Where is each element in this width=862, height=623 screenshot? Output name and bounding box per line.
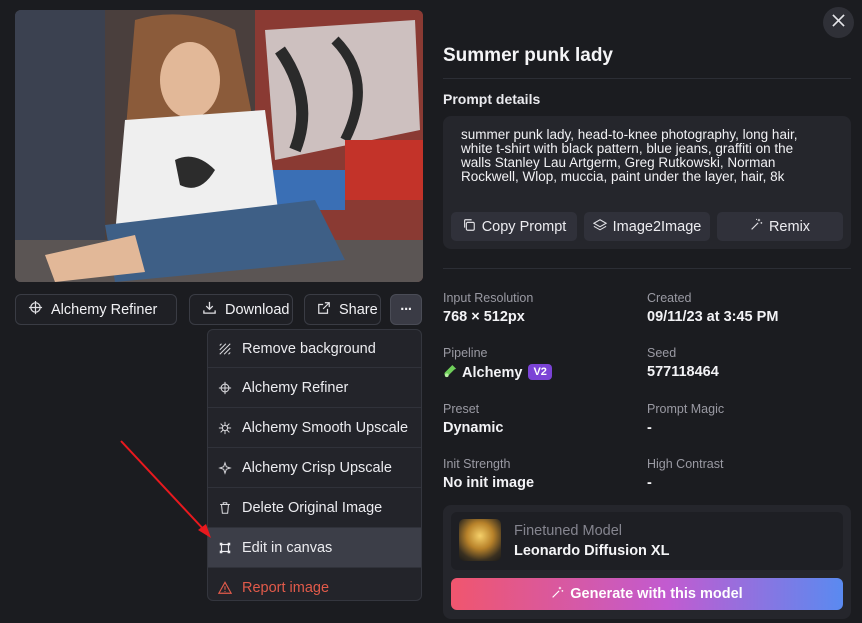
potion-icon bbox=[443, 364, 458, 383]
remix-button[interactable]: Remix bbox=[717, 212, 843, 241]
image-title: Summer punk lady bbox=[443, 45, 613, 66]
copy-icon bbox=[462, 218, 476, 236]
created-value: 09/11/23 at 3:45 PM bbox=[647, 309, 779, 325]
copy-prompt-label: Copy Prompt bbox=[481, 218, 567, 235]
high-contrast-value: - bbox=[647, 475, 652, 491]
preset-value: Dynamic bbox=[443, 420, 504, 436]
magic-wand-icon bbox=[551, 586, 564, 603]
input-resolution-label: Input Resolution bbox=[443, 291, 534, 305]
layers-icon bbox=[592, 218, 607, 236]
generate-label: Generate with this model bbox=[570, 586, 743, 602]
model-label: Finetuned Model bbox=[514, 523, 623, 539]
remix-label: Remix bbox=[768, 218, 811, 235]
created-label: Created bbox=[647, 291, 692, 305]
image2image-button[interactable]: Image2Image bbox=[584, 212, 710, 241]
seed-value: 577118464 bbox=[647, 364, 719, 380]
generate-with-model-button[interactable]: Generate with this model bbox=[451, 578, 843, 610]
model-info[interactable]: Finetuned Model Leonardo Diffusion XL bbox=[451, 512, 843, 570]
prompt-line: white t-shirt with black pattern, blue j… bbox=[461, 141, 794, 156]
divider bbox=[443, 78, 851, 79]
close-button[interactable] bbox=[823, 7, 854, 38]
prompt-magic-label: Prompt Magic bbox=[647, 402, 725, 416]
prompt-magic-value: - bbox=[647, 420, 652, 436]
high-contrast-label: High Contrast bbox=[647, 457, 724, 471]
model-name: Leonardo Diffusion XL bbox=[514, 543, 670, 559]
prompt-details-heading: Prompt details bbox=[443, 91, 541, 107]
magic-wand-icon bbox=[750, 218, 763, 235]
close-icon bbox=[832, 13, 845, 32]
prompt-line: walls Stanley Lau Artgerm, Greg Rutkowsk… bbox=[461, 155, 776, 170]
copy-prompt-button[interactable]: Copy Prompt bbox=[451, 212, 577, 241]
init-strength-label: Init Strength bbox=[443, 457, 511, 471]
model-thumbnail bbox=[459, 519, 501, 561]
prompt-line: Rockwell, Wlop, muccia, paint under the … bbox=[461, 169, 785, 184]
prompt-box: summer punk lady, head-to-knee photograp… bbox=[443, 116, 851, 249]
input-resolution-value: 768 × 512px bbox=[443, 309, 525, 325]
seed-label: Seed bbox=[647, 346, 677, 360]
prompt-line: summer punk lady, head-to-knee photograp… bbox=[461, 127, 798, 142]
pipeline-label: Pipeline bbox=[443, 346, 488, 360]
image2image-label: Image2Image bbox=[612, 218, 702, 235]
preset-label: Preset bbox=[443, 402, 480, 416]
prompt-text[interactable]: summer punk lady, head-to-knee photograp… bbox=[461, 128, 846, 184]
init-strength-value: No init image bbox=[443, 475, 535, 491]
version-badge: V2 bbox=[528, 364, 552, 380]
divider bbox=[443, 268, 851, 269]
pipeline-value: Alchemy V2 bbox=[443, 364, 552, 383]
finetuned-model-card: Finetuned Model Leonardo Diffusion XL Ge… bbox=[443, 505, 851, 619]
pipeline-name: Alchemy bbox=[462, 365, 523, 381]
